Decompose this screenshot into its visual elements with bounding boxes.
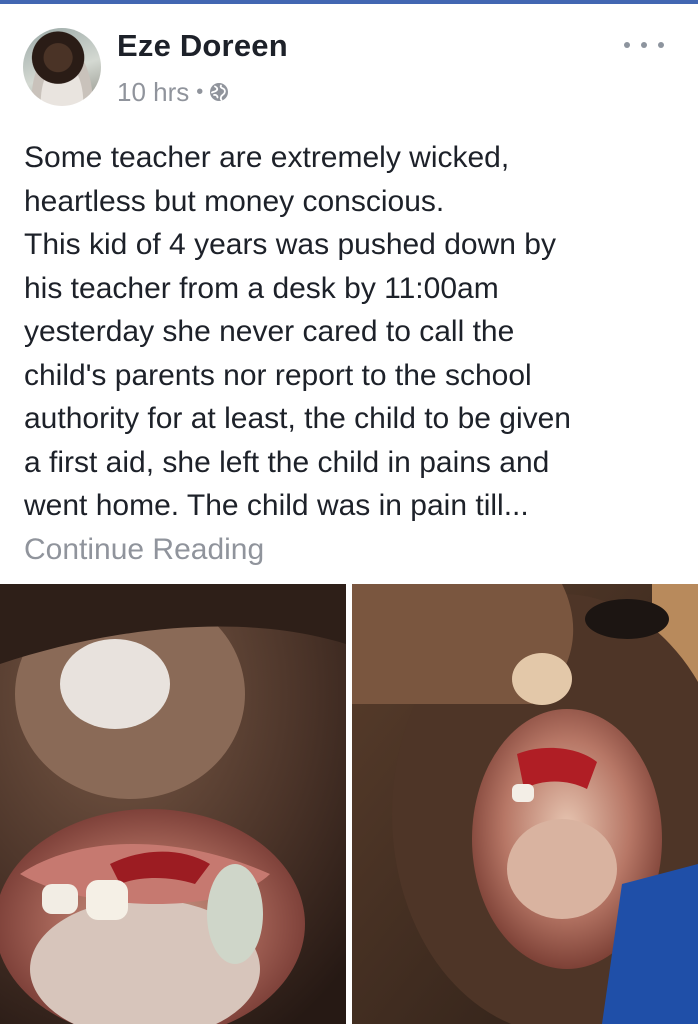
post-photo-1[interactable] [0,584,346,1024]
more-options-icon[interactable] [624,34,664,56]
dot [624,42,630,48]
post-text: Some teacher are extremely wicked, heart… [24,141,571,522]
avatar[interactable] [23,28,101,106]
post-time[interactable]: 10 hrs [117,77,189,108]
meta-separator: • [196,80,204,103]
globe-icon[interactable] [209,82,229,102]
post-meta: 10 hrs • [117,77,229,107]
dot [658,42,664,48]
author-name[interactable]: Eze Doreen [117,28,288,64]
photo-2-image [352,584,698,1024]
continue-reading-link[interactable]: Continue Reading [24,528,688,572]
post-body: Some teacher are extremely wicked, heart… [24,136,688,571]
post-photo-2[interactable] [352,584,698,1024]
photo-1-image [0,584,346,1024]
dot [641,42,647,48]
post-header: Eze Doreen 10 hrs • [0,4,698,114]
photo-grid [0,584,698,1024]
